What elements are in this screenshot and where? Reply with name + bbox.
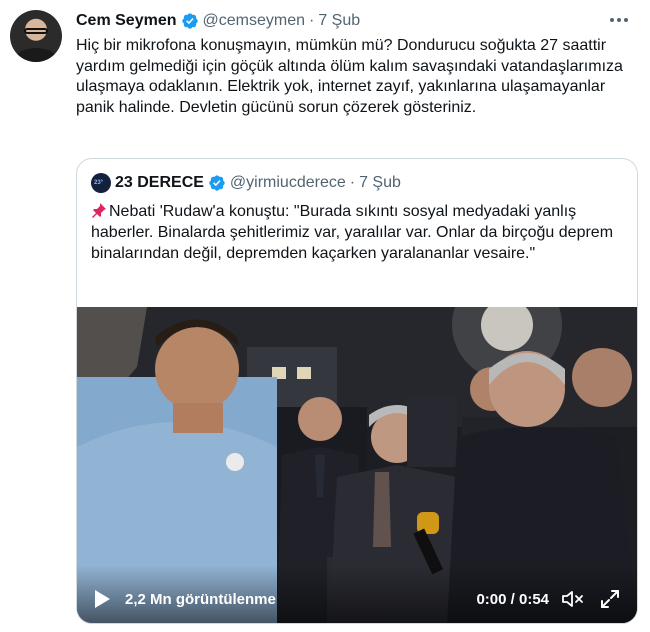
tweet-text: Hiç bir mikrofona konuşmayın, mümkün mü?… — [76, 37, 623, 116]
author-avatar[interactable] — [10, 10, 62, 62]
verified-badge-icon — [181, 13, 198, 29]
more-icon[interactable] — [606, 8, 632, 32]
quoted-author-name[interactable]: 23 DERECE — [115, 174, 204, 192]
quoted-tweet-timestamp[interactable]: 7 Şub — [359, 174, 401, 192]
video-view-count: 2,2 Mn görüntülenme — [125, 591, 276, 608]
quoted-author-handle[interactable]: @yirmiucderece — [230, 174, 346, 192]
video-timecode: 0:00 / 0:54 — [476, 591, 549, 608]
fullscreen-icon[interactable] — [599, 588, 621, 610]
play-icon[interactable] — [93, 589, 111, 609]
author-handle[interactable]: @cemseymen — [203, 12, 306, 30]
quoted-author-avatar[interactable]: 23° — [91, 173, 111, 193]
separator-dot: · — [349, 174, 356, 191]
quoted-tweet-header: 23° 23 DERECE @yirmiucderece · 7 Şub — [91, 172, 401, 194]
video-player[interactable]: 2,2 Mn görüntülenme 0:00 / 0:54 — [77, 307, 637, 623]
quoted-tweet[interactable]: 23° 23 DERECE @yirmiucderece · 7 Şub Neb… — [76, 158, 638, 624]
mute-icon[interactable] — [561, 589, 585, 609]
quoted-tweet-body: Nebati 'Rudaw'a konuştu: "Burada sıkıntı… — [91, 203, 614, 262]
tweet-header: Cem Seymen @cemseymen · 7 Şub — [76, 10, 360, 32]
author-name[interactable]: Cem Seymen — [76, 12, 177, 30]
separator-dot: · — [309, 12, 315, 29]
tweet-timestamp[interactable]: 7 Şub — [318, 12, 360, 30]
quoted-tweet-text: Nebati 'Rudaw'a konuştu: "Burada sıkıntı… — [91, 201, 626, 264]
avatar-glasses — [24, 28, 48, 34]
pushpin-icon — [92, 203, 106, 218]
verified-badge-icon — [209, 175, 225, 191]
avatar-shirt — [16, 48, 56, 62]
